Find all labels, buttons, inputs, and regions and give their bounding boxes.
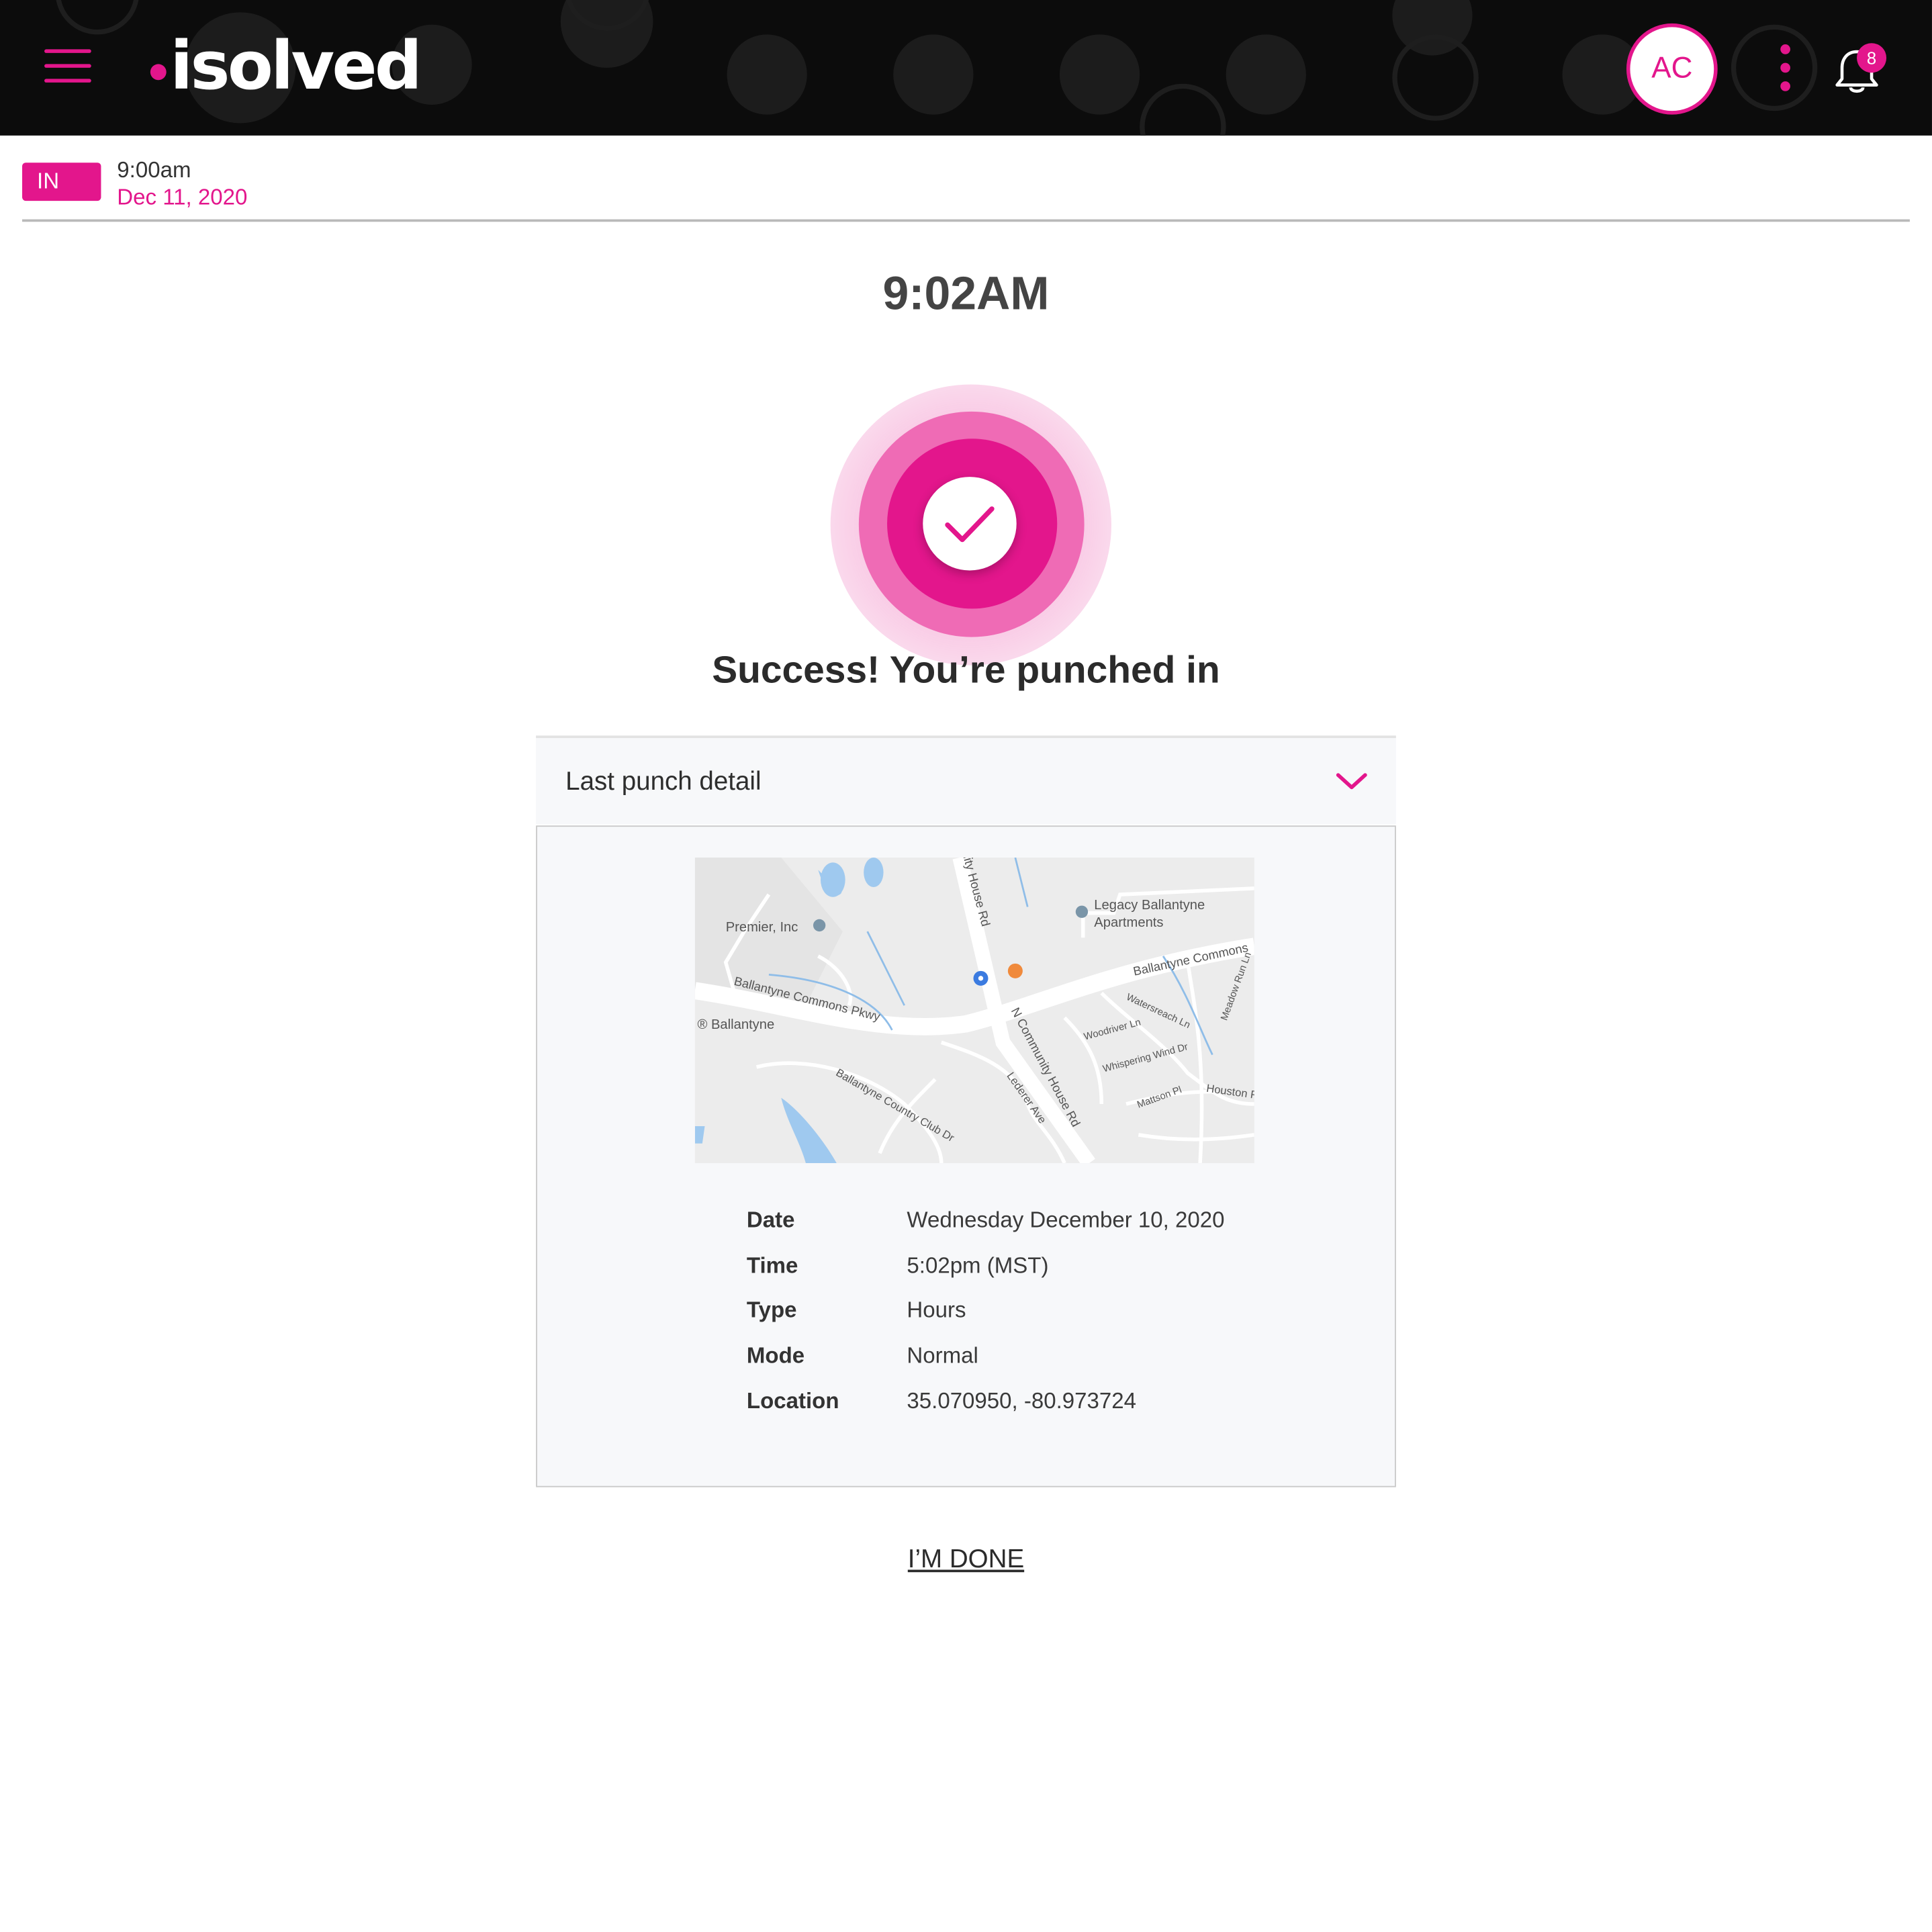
detail-value: Hours — [907, 1297, 966, 1322]
detail-value: 5:02pm (MST) — [907, 1252, 1049, 1278]
detail-value: Normal — [907, 1342, 978, 1368]
more-options-icon[interactable] — [1774, 44, 1796, 93]
hamburger-menu-icon[interactable] — [44, 49, 91, 83]
map-label: ® Ballantyne — [697, 1017, 775, 1033]
decor-ring — [1140, 83, 1226, 136]
logo-dot — [150, 64, 167, 81]
im-done-button[interactable]: I’M DONE — [0, 1545, 1932, 1575]
checkmark-icon — [945, 506, 995, 543]
detail-label: Location — [746, 1388, 839, 1414]
decor-bubble — [1226, 34, 1306, 115]
chevron-down-icon[interactable] — [1334, 770, 1369, 792]
detail-label: Type — [746, 1297, 797, 1322]
map-label: Legacy Ballantyne — [1094, 898, 1205, 913]
last-punch-detail-panel: Premier, Inc Legacy Ballantyne Apartment… — [536, 825, 1396, 1487]
detail-value: 35.070950, -80.973724 — [907, 1388, 1137, 1414]
detail-value: Wednesday December 10, 2020 — [907, 1207, 1225, 1232]
success-check-badge — [923, 477, 1017, 571]
punch-location-map[interactable]: Premier, Inc Legacy Ballantyne Apartment… — [694, 858, 1254, 1164]
decor-bubble — [893, 34, 974, 115]
punch-status-time: 9:00am — [117, 157, 191, 183]
detail-label: Date — [746, 1207, 795, 1232]
decor-bubble — [1059, 34, 1140, 115]
current-time: 9:02AM — [882, 268, 1050, 321]
detail-label: Mode — [746, 1342, 805, 1368]
last-punch-status: IN 9:00am Dec 11, 2020 — [22, 158, 1910, 222]
notification-badge[interactable]: 8 — [1857, 43, 1887, 73]
detail-label: Time — [746, 1252, 798, 1278]
map-label: Premier, Inc — [725, 920, 798, 935]
user-avatar[interactable]: AC — [1626, 23, 1718, 115]
isolved-logo: isolved — [170, 27, 422, 105]
top-bar: isolved ™ AC 8 — [0, 0, 1932, 136]
success-message: Success! You’re punched in — [712, 648, 1220, 692]
map-label: Apartments — [1094, 915, 1164, 931]
logo-trademark: ™ — [404, 39, 414, 51]
punch-status-date: Dec 11, 2020 — [117, 185, 248, 210]
panel-title: Last punch detail — [565, 768, 762, 796]
decor-ring — [1392, 34, 1479, 121]
last-punch-detail-toggle[interactable]: Last punch detail — [536, 735, 1396, 825]
decor-ring — [55, 0, 140, 35]
page: isolved ™ AC 8 IN 9:00am Dec 11, 2020 9:… — [0, 0, 1932, 1932]
decor-bubble — [727, 34, 807, 115]
punch-status-tag: IN — [22, 163, 101, 201]
